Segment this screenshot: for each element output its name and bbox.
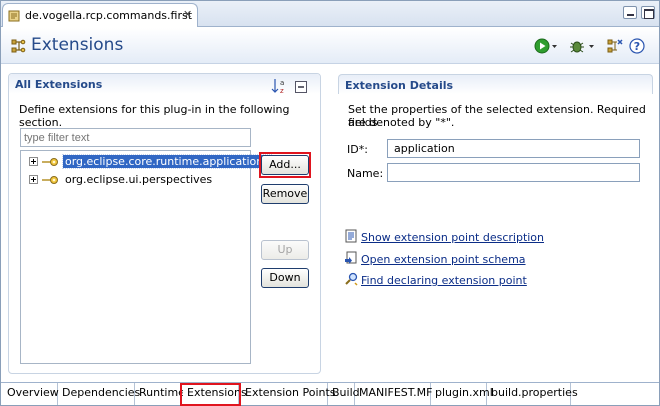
- filter-input[interactable]: [20, 128, 251, 147]
- extension-icon: [42, 176, 58, 184]
- schema-icon: [345, 251, 357, 264]
- debug-icon[interactable]: [569, 38, 595, 54]
- svg-text:a: a: [280, 79, 284, 87]
- editor-tab-title: de.vogella.rcp.commands.first: [25, 9, 193, 22]
- editor-tab-bar: de.vogella.rcp.commands.first ✕: [1, 1, 659, 27]
- help-icon[interactable]: ?: [629, 38, 645, 54]
- sort-az-icon[interactable]: a z: [271, 78, 287, 94]
- find-declaring-link[interactable]: Find declaring extension point: [361, 274, 527, 287]
- name-label: Name:: [347, 167, 384, 180]
- maximize-button[interactable]: [641, 6, 655, 19]
- section-header: Extension Details: [338, 74, 653, 94]
- tree-item[interactable]: org.eclipse.core.runtime.applications: [21, 154, 272, 170]
- tab-plugin-xml[interactable]: plugin.xml: [431, 383, 493, 405]
- extension-details-section: Extension Details Set the properties of …: [337, 73, 654, 374]
- close-icon[interactable]: ✕: [183, 8, 192, 21]
- tab-runtime[interactable]: Runtime: [135, 383, 185, 405]
- name-field[interactable]: [387, 163, 640, 182]
- editor-tab[interactable]: de.vogella.rcp.commands.first ✕: [2, 3, 198, 27]
- svg-text:?: ?: [634, 40, 640, 53]
- up-button[interactable]: Up: [261, 240, 309, 260]
- section-header: All Extensions a z: [9, 74, 320, 94]
- collapse-all-icon[interactable]: [295, 81, 307, 93]
- extension-icon: [42, 158, 58, 166]
- expand-icon[interactable]: [29, 157, 38, 166]
- run-icon[interactable]: [534, 38, 558, 54]
- export-wizard-icon[interactable]: [607, 38, 623, 54]
- tab-overview[interactable]: Overview: [3, 383, 59, 405]
- down-button[interactable]: Down: [261, 268, 309, 288]
- id-field[interactable]: application: [387, 139, 640, 158]
- svg-text:z: z: [280, 87, 284, 94]
- tab-build[interactable]: Build: [328, 383, 360, 405]
- page-title: Extensions: [31, 35, 124, 55]
- tree-item-label: org.eclipse.core.runtime.applications: [62, 154, 272, 169]
- plugin-file-icon: [8, 10, 20, 22]
- tab-build-properties[interactable]: build.properties: [487, 383, 578, 405]
- tab-manifest[interactable]: MANIFEST.MF: [355, 383, 432, 405]
- tab-extension-points[interactable]: Extension Points: [241, 383, 336, 405]
- expand-icon[interactable]: [29, 175, 38, 184]
- section-title: All Extensions: [15, 78, 103, 91]
- extensions-icon: [11, 39, 26, 53]
- show-description-link[interactable]: Show extension point description: [361, 231, 544, 244]
- form-header: Extensions ?: [1, 28, 659, 64]
- remove-button[interactable]: Remove: [261, 184, 309, 204]
- tab-dependencies[interactable]: Dependencies: [58, 383, 140, 405]
- id-label: ID*:: [347, 143, 368, 156]
- doc-icon: [345, 229, 357, 243]
- tree-item-label: org.eclipse.ui.perspectives: [65, 173, 213, 186]
- extensions-tree[interactable]: org.eclipse.core.runtime.applications or…: [20, 150, 272, 364]
- highlight-box: [259, 152, 311, 178]
- minimize-button[interactable]: [623, 6, 637, 19]
- details-description-line2: are denoted by "*".: [348, 116, 455, 129]
- highlight-box: [180, 383, 241, 406]
- open-schema-link[interactable]: Open extension point schema: [361, 253, 526, 266]
- tree-item[interactable]: org.eclipse.ui.perspectives: [21, 172, 249, 188]
- section-title: Extension Details: [345, 79, 454, 92]
- bottom-page-tabs: Overview Dependencies Runtime Extensions…: [1, 382, 659, 406]
- search-icon: [345, 272, 358, 286]
- plugin-manifest-editor: de.vogella.rcp.commands.first ✕ Extensio…: [0, 0, 660, 406]
- section-description: Define extensions for this plug-in in th…: [19, 103, 290, 129]
